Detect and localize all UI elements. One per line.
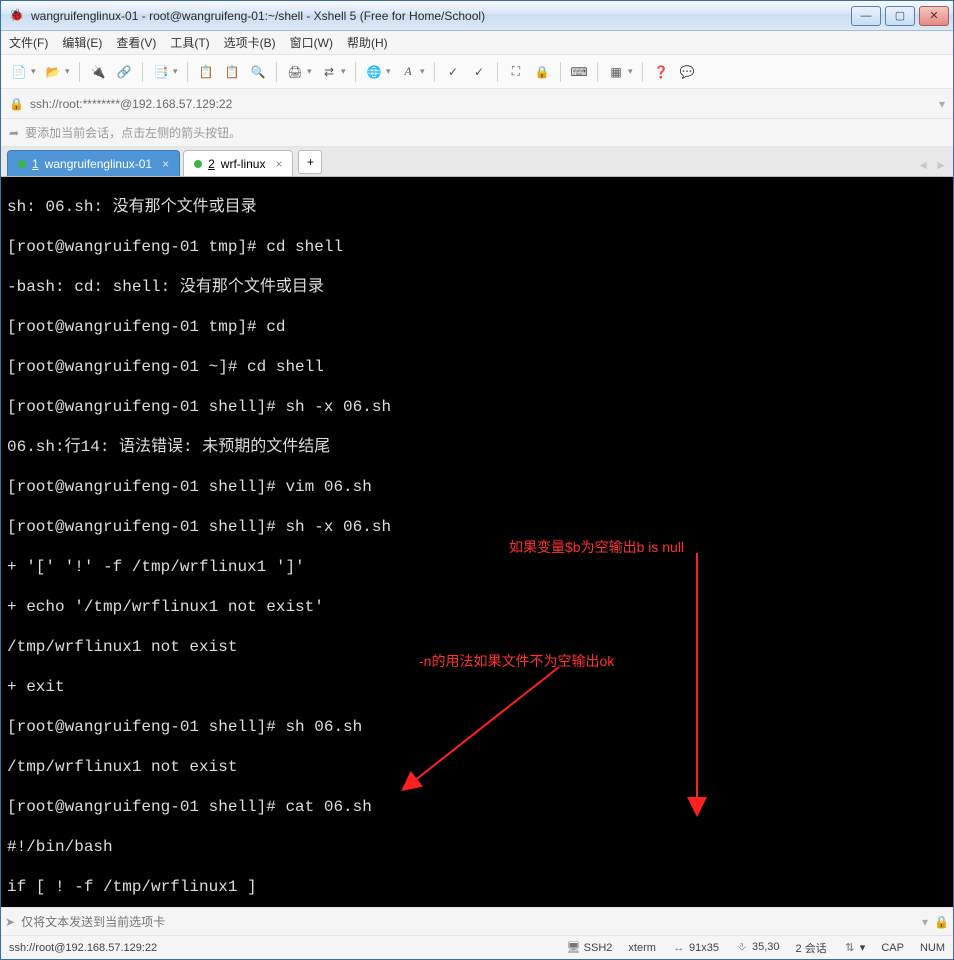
paste-button[interactable]: 📋 xyxy=(220,60,244,84)
terminal-line: /tmp/wrflinux1 not exist xyxy=(7,757,947,777)
new-session-button[interactable]: 📄 xyxy=(7,60,31,84)
terminal-line: [root@wangruifeng-01 shell]# vim 06.sh xyxy=(7,477,947,497)
terminal-line: [root@wangruifeng-01 shell]# sh -x 06.sh xyxy=(7,397,947,417)
send-icon[interactable]: ➤ xyxy=(5,915,15,929)
tab-prev-icon[interactable]: ◄ xyxy=(917,158,929,172)
connect-button[interactable]: 🔌 xyxy=(86,60,110,84)
terminal-line: + exit xyxy=(7,677,947,697)
terminal-line: /tmp/wrflinux1 not exist xyxy=(7,637,947,657)
check2-button[interactable]: ✓ xyxy=(467,60,491,84)
menubar: 文件(F) 编辑(E) 查看(V) 工具(T) 选项卡(B) 窗口(W) 帮助(… xyxy=(1,31,953,55)
ssh-icon: 🖥 xyxy=(567,941,581,954)
lock-icon: 🔒 xyxy=(934,915,949,929)
terminal-line: + echo '/tmp/wrflinux1 not exist' xyxy=(7,597,947,617)
check1-button[interactable]: ✓ xyxy=(441,60,465,84)
help-button[interactable]: ❓ xyxy=(649,60,673,84)
lock-button[interactable]: 🔒 xyxy=(530,60,554,84)
annotation-top: 如果变量$b为空输出b is null xyxy=(509,537,684,557)
fullscreen-button[interactable]: ⛶ xyxy=(504,60,528,84)
terminal-line: 06.sh:行14: 语法错误: 未预期的文件结尾 xyxy=(7,437,947,457)
tab-close-icon[interactable]: × xyxy=(162,157,169,171)
keyboard-button[interactable]: ⌨ xyxy=(567,60,591,84)
terminal-line: [root@wangruifeng-01 shell]# sh 06.sh xyxy=(7,717,947,737)
status-bar: ssh://root@192.168.57.129:22 🖥 SSH2 xter… xyxy=(1,935,953,959)
terminal-line: [root@wangruifeng-01 shell]# cat 06.sh xyxy=(7,797,947,817)
terminal-line: sh: 06.sh: 没有那个文件或目录 xyxy=(7,197,947,217)
status-size: 91x35 xyxy=(689,942,719,954)
menu-edit[interactable]: 编辑(E) xyxy=(62,34,102,51)
status-term: xterm xyxy=(628,942,656,954)
menu-help[interactable]: 帮助(H) xyxy=(347,34,388,51)
terminal-line: [root@wangruifeng-01 shell]# sh -x 06.sh xyxy=(7,517,947,537)
tab-index: 1 xyxy=(32,157,39,171)
address-text: ssh://root:********@192.168.57.129:22 xyxy=(30,97,232,111)
maximize-button[interactable]: ▢ xyxy=(885,6,915,26)
net-icon: ⇅ xyxy=(843,941,857,954)
minimize-button[interactable]: — xyxy=(851,6,881,26)
find-button[interactable]: 🔍 xyxy=(246,60,270,84)
disconnect-button[interactable]: 🔗 xyxy=(112,60,136,84)
feedback-button[interactable]: 💬 xyxy=(675,60,699,84)
app-window: 🐞 wangruifenglinux-01 - root@wangruifeng… xyxy=(0,0,954,960)
terminal-line: [root@wangruifeng-01 tmp]# cd xyxy=(7,317,947,337)
terminal-line: -bash: cd: shell: 没有那个文件或目录 xyxy=(7,277,947,297)
add-session-icon[interactable]: ➦ xyxy=(9,126,19,140)
tab-bar: 1 wangruifenglinux-01 × 2 wrf-linux × + … xyxy=(1,147,953,177)
layout-button[interactable]: ▦ xyxy=(604,60,628,84)
lock-icon: 🔒 xyxy=(9,97,24,111)
close-button[interactable]: ✕ xyxy=(919,6,949,26)
copy-button[interactable]: 📋 xyxy=(194,60,218,84)
tab-next-icon[interactable]: ► xyxy=(935,158,947,172)
tab-2[interactable]: 2 wrf-linux × xyxy=(183,150,293,176)
open-button[interactable]: 📂 xyxy=(41,60,65,84)
tab-label: wrf-linux xyxy=(221,157,266,171)
tab-index: 2 xyxy=(208,157,215,171)
status-cap: CAP xyxy=(881,942,904,954)
transfer-button[interactable]: ⇄ xyxy=(317,60,341,84)
hint-text: 要添加当前会话，点击左侧的箭头按钮。 xyxy=(25,124,241,141)
status-dot-icon xyxy=(18,160,26,168)
address-bar[interactable]: 🔒 ssh://root:********@192.168.57.129:22 … xyxy=(1,89,953,119)
tab-close-icon[interactable]: × xyxy=(275,157,282,171)
hint-bar: ➦ 要添加当前会话，点击左侧的箭头按钮。 xyxy=(1,119,953,147)
terminal-line: [root@wangruifeng-01 tmp]# cd shell xyxy=(7,237,947,257)
terminal-line: #!/bin/bash xyxy=(7,837,947,857)
status-ssh: SSH2 xyxy=(584,942,613,954)
app-icon: 🐞 xyxy=(9,8,25,24)
titlebar[interactable]: 🐞 wangruifenglinux-01 - root@wangruifeng… xyxy=(1,1,953,31)
tab-1[interactable]: 1 wangruifenglinux-01 × xyxy=(7,150,180,176)
add-tab-button[interactable]: + xyxy=(298,150,322,174)
cursor-icon: ⎀ xyxy=(735,941,749,954)
menu-tools[interactable]: 工具(T) xyxy=(170,34,209,51)
menu-window[interactable]: 窗口(W) xyxy=(290,34,333,51)
send-input[interactable] xyxy=(21,915,916,929)
toolbar: 📄▾ 📂▾ 🔌 🔗 📑▾ 📋 📋 🔍 🖨▾ ⇄▾ 🌐▾ A▾ ✓ ✓ ⛶ 🔒 ⌨… xyxy=(1,55,953,89)
menu-file[interactable]: 文件(F) xyxy=(9,34,48,51)
status-connection: ssh://root@192.168.57.129:22 xyxy=(9,942,157,954)
status-num: NUM xyxy=(920,942,945,954)
terminal-line: [root@wangruifeng-01 ~]# cd shell xyxy=(7,357,947,377)
size-icon: ↔ xyxy=(672,942,686,954)
font-button[interactable]: A xyxy=(396,60,420,84)
tab-label: wangruifenglinux-01 xyxy=(45,157,152,171)
terminal-line: + '[' '!' -f /tmp/wrflinux1 ']' xyxy=(7,557,947,577)
terminal-line: if [ ! -f /tmp/wrflinux1 ] xyxy=(7,877,947,897)
status-sessions: 2 会话 xyxy=(796,940,827,956)
send-input-bar: ➤ ▾ 🔒 xyxy=(1,907,953,935)
window-title: wangruifenglinux-01 - root@wangruifeng-0… xyxy=(31,9,851,23)
menu-view[interactable]: 查看(V) xyxy=(116,34,156,51)
print-button[interactable]: 🖨 xyxy=(283,60,307,84)
menu-tabs[interactable]: 选项卡(B) xyxy=(224,34,276,51)
status-pos: 35,30 xyxy=(752,941,780,953)
status-dot-icon xyxy=(194,160,202,168)
globe-button[interactable]: 🌐 xyxy=(362,60,386,84)
props-button[interactable]: 📑 xyxy=(149,60,173,84)
terminal[interactable]: sh: 06.sh: 没有那个文件或目录 [root@wangruifeng-0… xyxy=(1,177,953,907)
